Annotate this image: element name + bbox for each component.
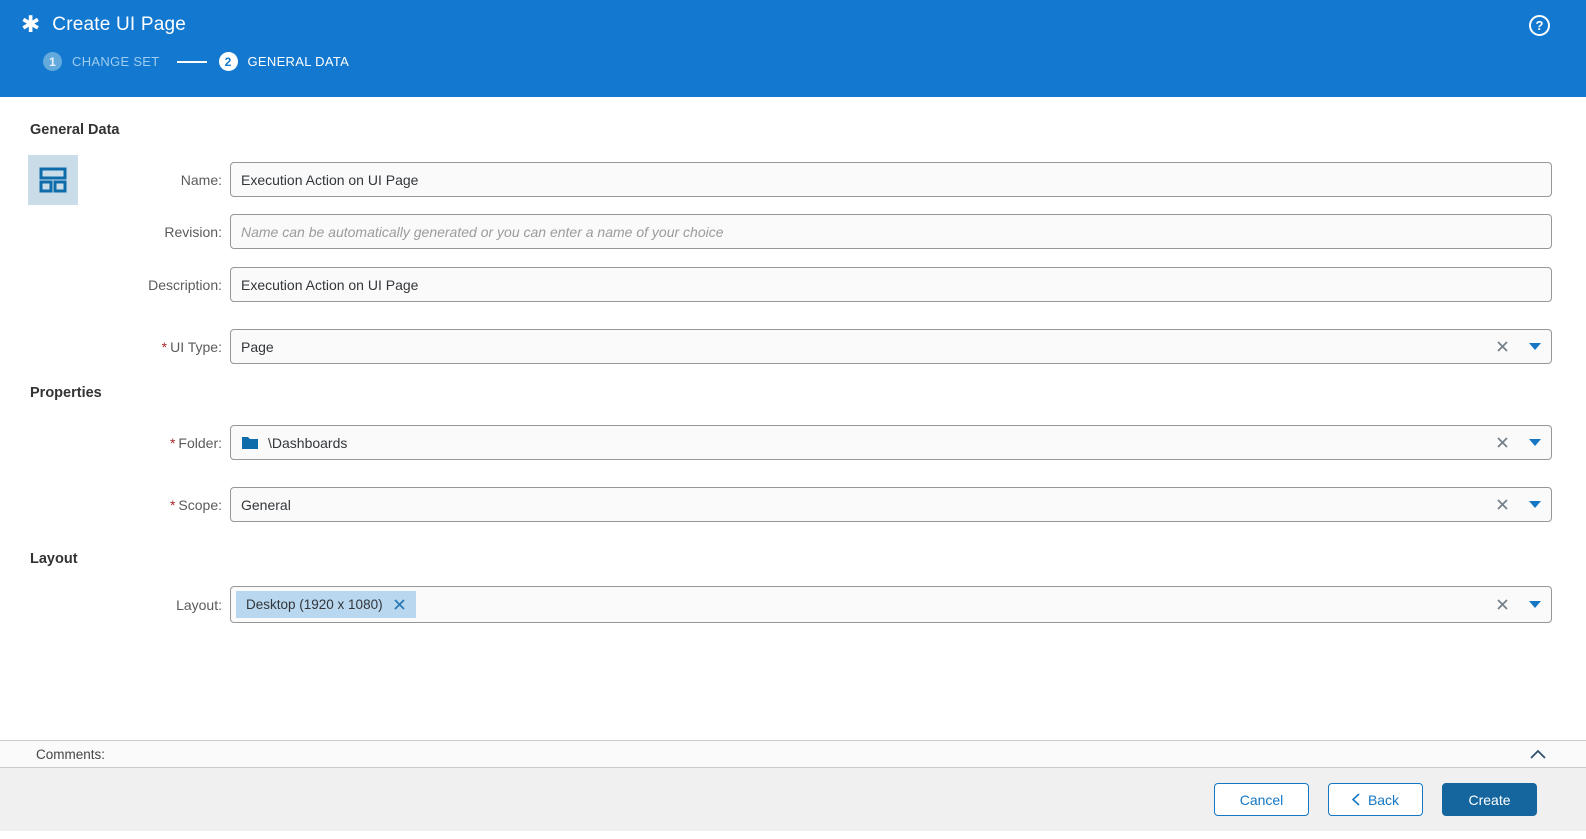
help-button[interactable]: ? bbox=[1529, 15, 1550, 36]
clear-icon[interactable] bbox=[1496, 498, 1509, 511]
required-marker: * bbox=[169, 496, 176, 513]
layout-chip: Desktop (1920 x 1080) bbox=[236, 591, 416, 618]
comments-bar: Comments: bbox=[0, 740, 1586, 768]
layout-chip-label: Desktop (1920 x 1080) bbox=[246, 597, 383, 612]
description-label: Description: bbox=[148, 276, 222, 293]
chevron-left-icon bbox=[1351, 793, 1360, 806]
cancel-button[interactable]: Cancel bbox=[1214, 783, 1309, 816]
step-1-circle: 1 bbox=[43, 52, 62, 71]
form-body: General Data Name: Revision: Description… bbox=[0, 97, 1586, 740]
dropdown-arrow-icon[interactable] bbox=[1529, 343, 1541, 350]
ui-page-layout-icon bbox=[28, 155, 78, 205]
scope-value: General bbox=[241, 496, 291, 513]
ui-type-value: Page bbox=[241, 338, 274, 355]
required-marker: * bbox=[161, 338, 168, 355]
step-change-set[interactable]: 1 CHANGE SET bbox=[43, 52, 160, 71]
cancel-button-label: Cancel bbox=[1239, 791, 1284, 808]
layout-label: Layout: bbox=[176, 596, 222, 613]
step-2-circle: 2 bbox=[218, 52, 238, 71]
layout-value-wrap: Desktop (1920 x 1080) bbox=[236, 591, 1496, 618]
step-general-data[interactable]: 2 GENERAL DATA bbox=[218, 52, 350, 71]
clear-icon[interactable] bbox=[1496, 598, 1509, 611]
layout-dropdown[interactable]: Desktop (1920 x 1080) bbox=[230, 586, 1552, 623]
scope-label: * Scope: bbox=[169, 496, 222, 513]
dropdown-arrow-icon[interactable] bbox=[1529, 439, 1541, 446]
required-marker: * bbox=[169, 434, 176, 451]
page-title: Create UI Page bbox=[52, 13, 187, 35]
help-icon: ? bbox=[1535, 18, 1544, 33]
create-asterisk-icon: ✱ bbox=[21, 11, 41, 37]
revision-label: Revision: bbox=[164, 223, 222, 240]
wizard-steps: 1 CHANGE SET 2 GENERAL DATA bbox=[0, 52, 1586, 71]
section-layout: Layout bbox=[30, 551, 78, 567]
dropdown-arrow-icon[interactable] bbox=[1529, 601, 1541, 608]
chip-remove-icon[interactable] bbox=[393, 598, 406, 611]
clear-icon[interactable] bbox=[1496, 340, 1509, 353]
create-button-label: Create bbox=[1468, 791, 1511, 808]
create-button[interactable]: Create bbox=[1442, 783, 1537, 816]
step-connector bbox=[176, 60, 207, 63]
folder-icon bbox=[241, 435, 259, 450]
revision-input[interactable] bbox=[230, 214, 1552, 249]
description-input[interactable] bbox=[230, 267, 1552, 302]
ui-type-label: * UI Type: bbox=[161, 338, 222, 355]
dropdown-arrow-icon[interactable] bbox=[1529, 501, 1541, 508]
back-button[interactable]: Back bbox=[1328, 783, 1423, 816]
name-input[interactable] bbox=[230, 162, 1552, 197]
folder-label: * Folder: bbox=[169, 434, 222, 451]
clear-icon[interactable] bbox=[1496, 436, 1509, 449]
section-properties: Properties bbox=[30, 385, 102, 401]
section-general-data: General Data bbox=[30, 122, 120, 138]
step-2-label: GENERAL DATA bbox=[247, 54, 350, 69]
folder-value: \Dashboards bbox=[268, 434, 348, 451]
collapse-comments-button[interactable] bbox=[1530, 749, 1546, 759]
folder-dropdown[interactable]: \Dashboards bbox=[230, 425, 1552, 460]
back-button-label: Back bbox=[1367, 791, 1400, 808]
bottom-strip bbox=[0, 831, 1586, 839]
create-ui-page-dialog: ✱ Create UI Page ? 1 CHANGE SET 2 GENERA… bbox=[0, 0, 1586, 839]
folder-value-wrap: \Dashboards bbox=[241, 435, 1496, 451]
dialog-header: ✱ Create UI Page ? 1 CHANGE SET 2 GENERA… bbox=[0, 0, 1586, 97]
comments-label: Comments: bbox=[36, 746, 106, 762]
scope-dropdown[interactable]: General bbox=[230, 487, 1552, 522]
ui-type-dropdown[interactable]: Page bbox=[230, 329, 1552, 364]
dialog-footer: Cancel Back Create bbox=[0, 768, 1586, 831]
step-1-label: CHANGE SET bbox=[72, 54, 160, 69]
